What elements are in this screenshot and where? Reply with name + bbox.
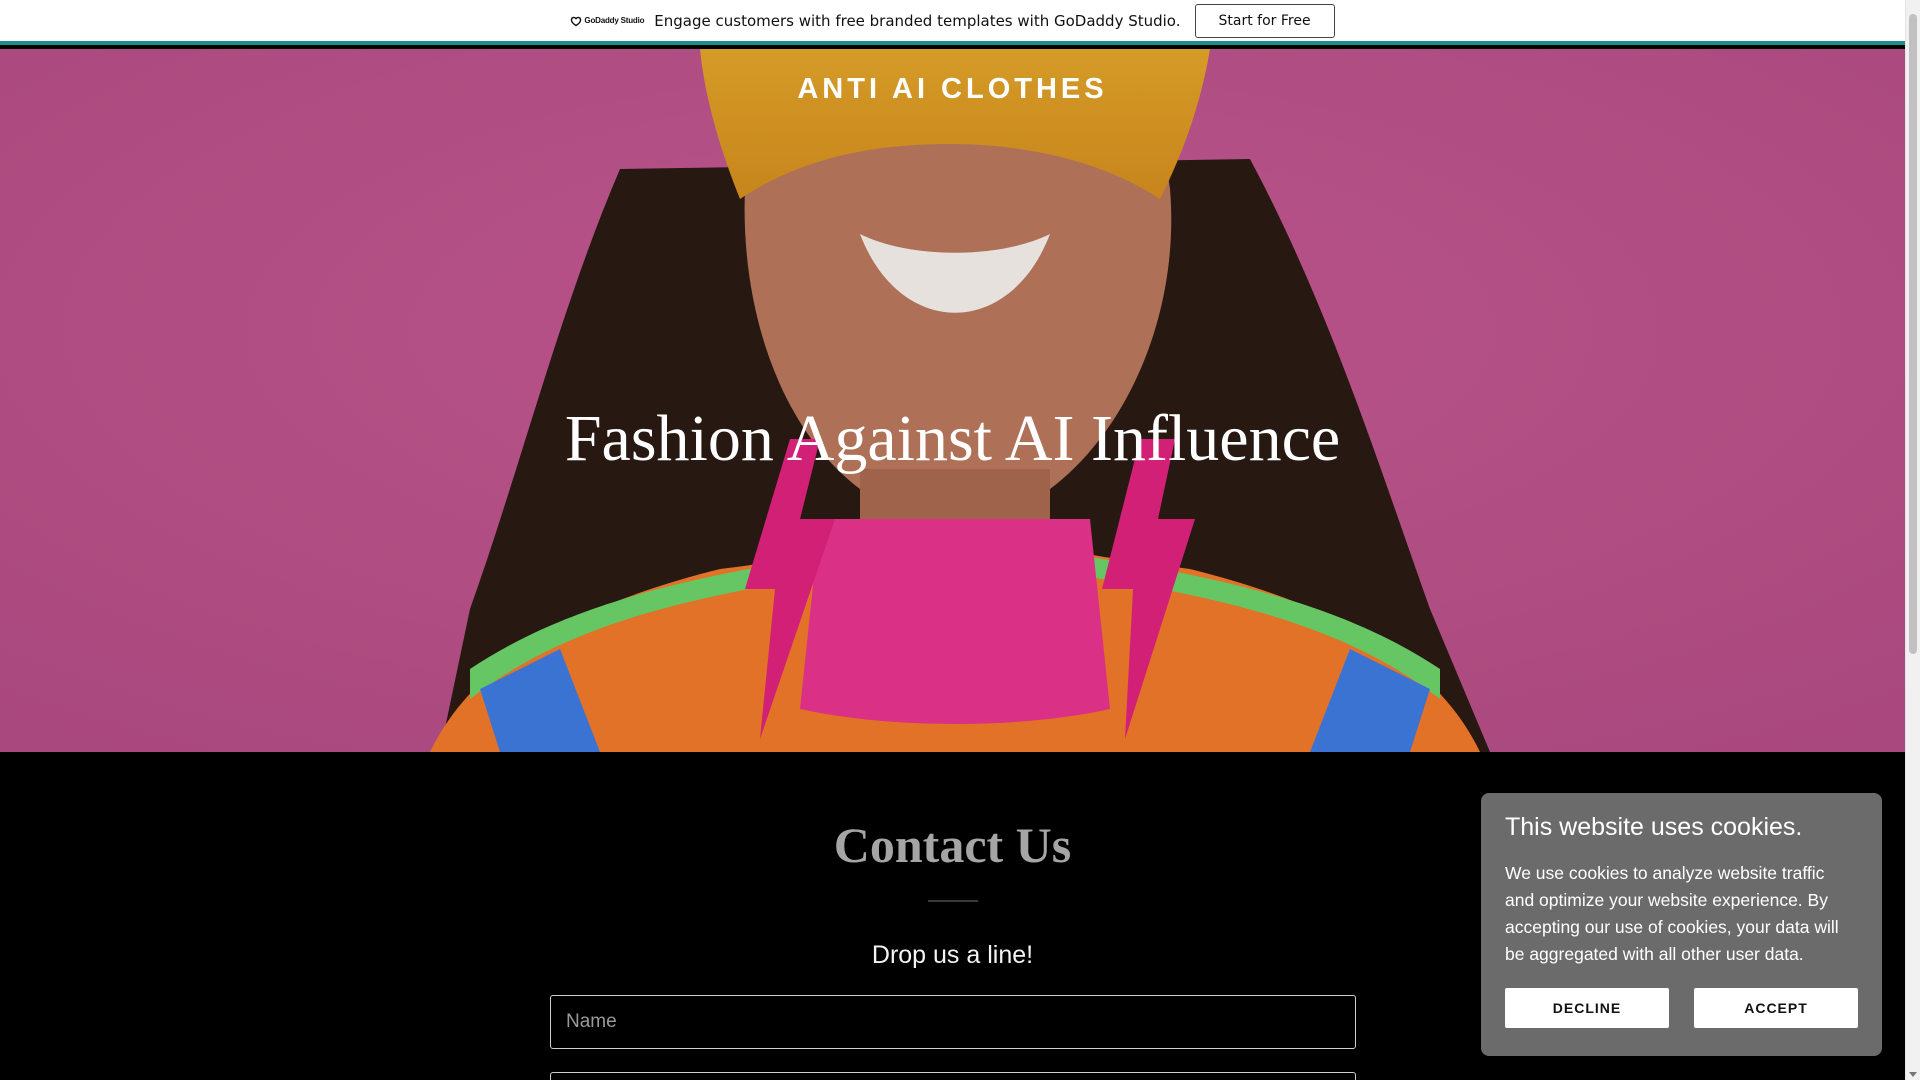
scroll-down-arrow-icon[interactable]	[1909, 1072, 1917, 1077]
promo-bar: GoDaddy Studio Engage customers with fre…	[0, 0, 1905, 45]
hero-tagline: Fashion Against AI Influence	[564, 402, 1341, 475]
decline-button[interactable]: DECLINE	[1505, 988, 1669, 1028]
cookie-body: We use cookies to analyze website traffi…	[1505, 863, 1839, 964]
site-title[interactable]: ANTI AI CLOTHES	[0, 73, 1905, 106]
godaddy-studio-logo: GoDaddy Studio	[570, 15, 644, 27]
accept-button[interactable]: ACCEPT	[1694, 988, 1858, 1028]
page-scrollbar[interactable]	[1905, 0, 1920, 1080]
hero-section: ANTI AI CLOTHES Fashion Against AI Influ…	[0, 49, 1905, 752]
name-field[interactable]	[550, 995, 1356, 1049]
scrollbar-thumb[interactable]	[1909, 14, 1917, 654]
email-field[interactable]	[550, 1072, 1356, 1080]
godaddy-heart-icon	[571, 16, 582, 26]
page: GoDaddy Studio Engage customers with fre…	[0, 0, 1920, 1080]
cookie-title: This website uses cookies.	[1505, 813, 1803, 841]
promo-message: Engage customers with free branded templ…	[654, 11, 1181, 30]
section-divider	[928, 900, 978, 902]
cookie-actions: DECLINE ACCEPT	[1505, 988, 1858, 1028]
godaddy-logo-text: GoDaddy Studio	[584, 16, 645, 25]
cookie-banner: This website uses cookies. We use cookie…	[1481, 793, 1882, 1056]
start-for-free-button[interactable]: Start for Free	[1194, 3, 1335, 38]
